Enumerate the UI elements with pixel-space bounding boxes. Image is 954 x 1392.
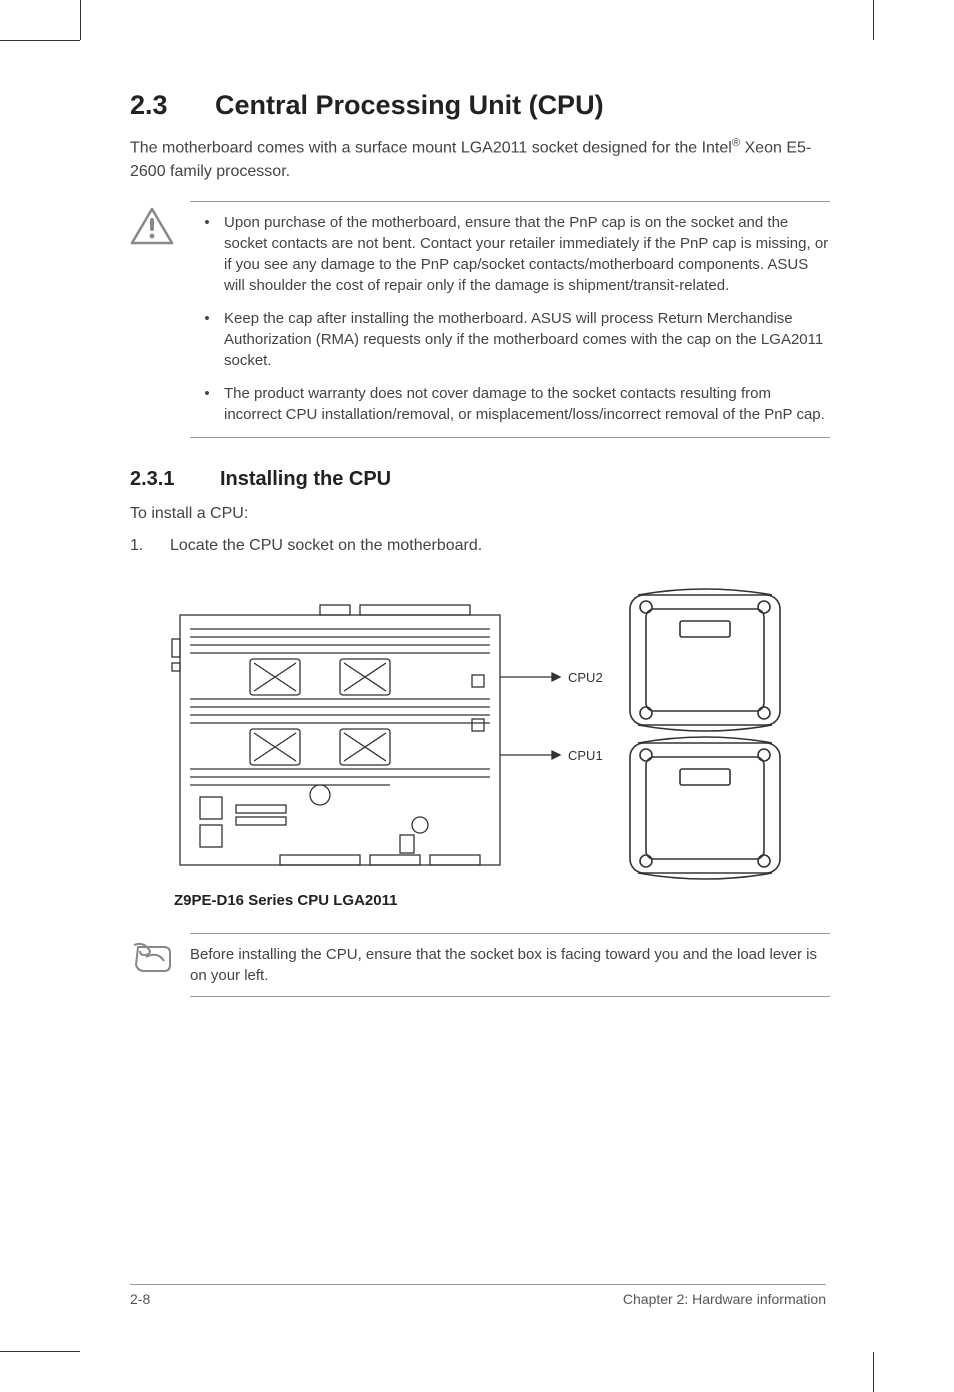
bullet: •: [190, 212, 224, 296]
subsection-number: 2.3.1: [130, 468, 220, 491]
lead-text: To install a CPU:: [130, 505, 830, 523]
crop-mark: [873, 0, 874, 40]
intro-paragraph: The motherboard comes with a surface mou…: [130, 135, 830, 183]
step-number: 1.: [130, 537, 170, 555]
note-icon: [130, 933, 190, 997]
cpu1-label: CPU1: [568, 748, 603, 763]
cpu2-label: CPU2: [568, 670, 603, 685]
caution-block: •Upon purchase of the motherboard, ensur…: [130, 201, 830, 438]
diagram-caption: Z9PE-D16 Series CPU LGA2011: [174, 892, 397, 909]
crop-mark: [0, 40, 80, 41]
crop-mark: [873, 1352, 874, 1392]
caution-text: Upon purchase of the motherboard, ensure…: [224, 212, 830, 296]
caution-body: •Upon purchase of the motherboard, ensur…: [190, 201, 830, 438]
step-1: 1. Locate the CPU socket on the motherbo…: [130, 537, 830, 555]
section-heading: 2.3Central Processing Unit (CPU): [130, 90, 830, 121]
caution-text: The product warranty does not cover dama…: [224, 383, 830, 425]
chapter-label: Chapter 2: Hardware information: [623, 1291, 826, 1307]
bullet: •: [190, 308, 224, 371]
page-footer: 2-8 Chapter 2: Hardware information: [130, 1284, 826, 1307]
caution-item: •The product warranty does not cover dam…: [190, 383, 830, 425]
registered-mark: ®: [732, 137, 740, 149]
caution-icon: [130, 201, 190, 438]
intro-text-pre: The motherboard comes with a surface mou…: [130, 139, 732, 156]
section-number: 2.3: [130, 90, 215, 121]
note-block: Before installing the CPU, ensure that t…: [130, 933, 830, 997]
section-title: Central Processing Unit (CPU): [215, 90, 604, 120]
subsection-title: Installing the CPU: [220, 468, 391, 490]
bullet: •: [190, 383, 224, 425]
crop-mark: [80, 0, 81, 40]
content-area: 2.3Central Processing Unit (CPU) The mot…: [130, 90, 830, 997]
caution-item: •Upon purchase of the motherboard, ensur…: [190, 212, 830, 296]
subsection-heading: 2.3.1Installing the CPU: [130, 468, 830, 491]
crop-mark: [0, 1351, 80, 1352]
caution-text: Keep the cap after installing the mother…: [224, 308, 830, 371]
page: 2.3Central Processing Unit (CPU) The mot…: [0, 0, 954, 1392]
caution-item: •Keep the cap after installing the mothe…: [190, 308, 830, 371]
step-text: Locate the CPU socket on the motherboard…: [170, 537, 482, 555]
note-text: Before installing the CPU, ensure that t…: [190, 933, 830, 997]
motherboard-diagram: CPU2 CPU1: [160, 579, 800, 909]
page-number: 2-8: [130, 1291, 150, 1307]
